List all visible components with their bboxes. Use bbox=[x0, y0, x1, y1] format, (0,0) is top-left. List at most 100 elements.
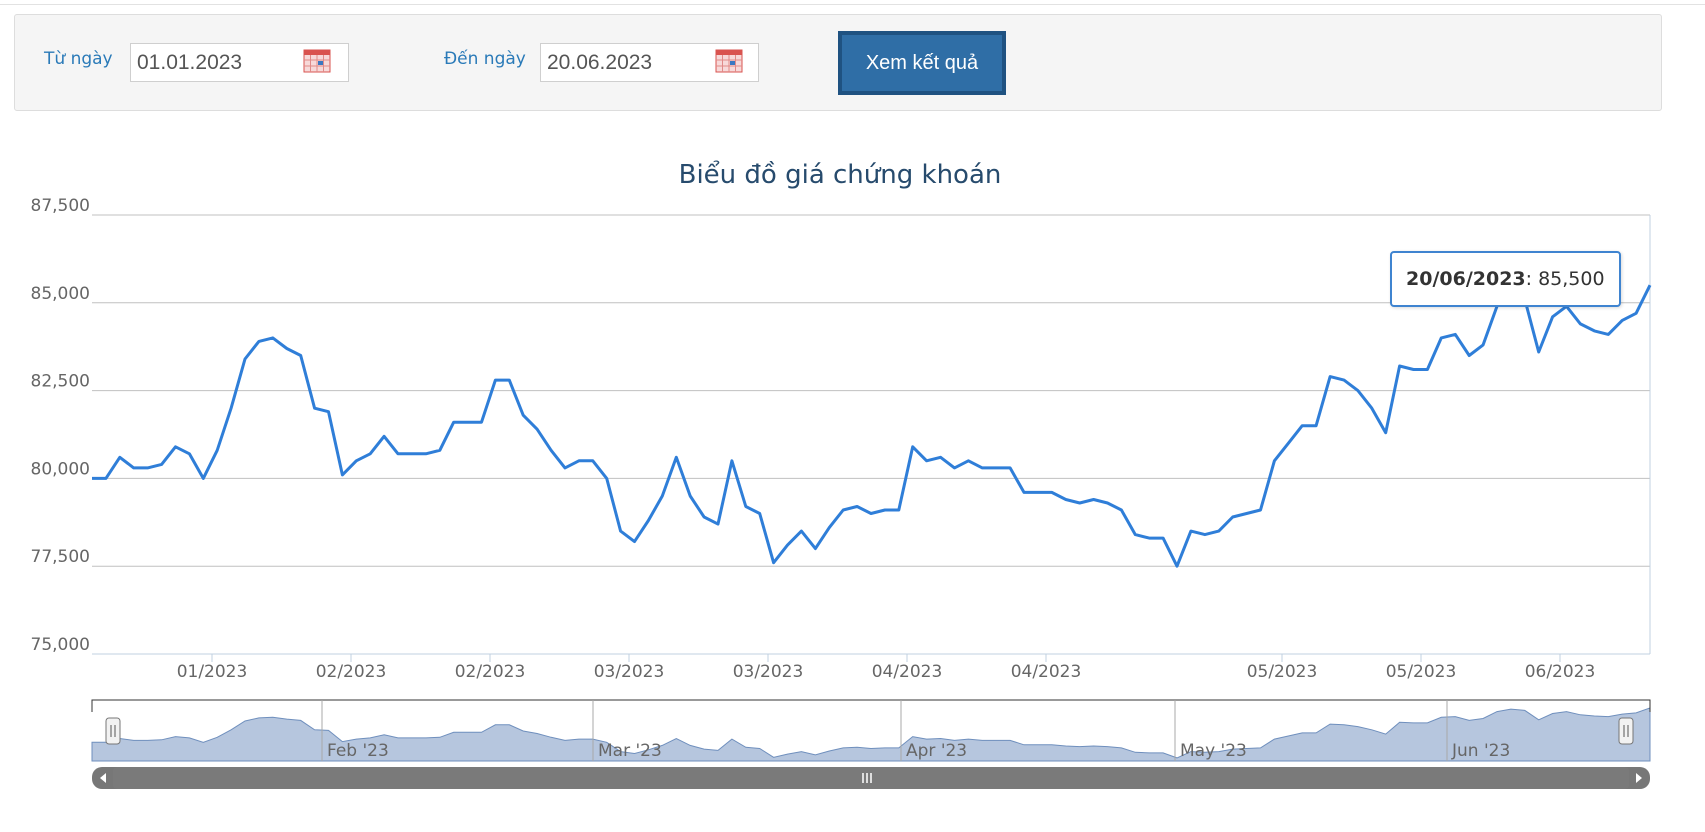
data-point[interactable] bbox=[645, 518, 651, 524]
data-point[interactable] bbox=[1299, 423, 1305, 429]
data-point[interactable] bbox=[506, 377, 512, 383]
navigator-left-handle[interactable] bbox=[105, 717, 121, 745]
data-point[interactable] bbox=[298, 352, 304, 358]
data-point[interactable] bbox=[284, 345, 290, 351]
data-point[interactable] bbox=[771, 560, 777, 566]
data-point[interactable] bbox=[993, 465, 999, 471]
data-point[interactable] bbox=[757, 511, 763, 517]
data-point[interactable] bbox=[1230, 514, 1236, 520]
data-point[interactable] bbox=[228, 405, 234, 411]
data-point[interactable] bbox=[339, 472, 345, 478]
data-point[interactable] bbox=[910, 444, 916, 450]
data-point[interactable] bbox=[534, 426, 540, 432]
data-point[interactable] bbox=[409, 451, 415, 457]
data-point[interactable] bbox=[687, 493, 693, 499]
navigator-right-handle[interactable] bbox=[1618, 717, 1634, 745]
data-point[interactable] bbox=[1438, 335, 1444, 341]
data-point[interactable] bbox=[479, 419, 485, 425]
data-point[interactable] bbox=[812, 546, 818, 552]
data-point[interactable] bbox=[618, 528, 624, 534]
data-point[interactable] bbox=[353, 458, 359, 464]
data-point[interactable] bbox=[465, 419, 471, 425]
data-point[interactable] bbox=[1341, 377, 1347, 383]
data-point[interactable] bbox=[548, 447, 554, 453]
data-point[interactable] bbox=[590, 458, 596, 464]
data-point[interactable] bbox=[172, 444, 178, 450]
data-point[interactable] bbox=[1132, 532, 1138, 538]
data-point[interactable] bbox=[395, 451, 401, 457]
data-point[interactable] bbox=[1452, 331, 1458, 337]
data-point[interactable] bbox=[1397, 363, 1403, 369]
data-point[interactable] bbox=[659, 493, 665, 499]
data-point[interactable] bbox=[729, 458, 735, 464]
data-point[interactable] bbox=[270, 335, 276, 341]
data-point[interactable] bbox=[1174, 563, 1180, 569]
data-point[interactable] bbox=[186, 451, 192, 457]
data-point[interactable] bbox=[103, 475, 109, 481]
data-point[interactable] bbox=[200, 475, 206, 481]
data-point[interactable] bbox=[1619, 317, 1625, 323]
data-point[interactable] bbox=[520, 412, 526, 418]
data-point[interactable] bbox=[1536, 349, 1542, 355]
data-point[interactable] bbox=[1313, 423, 1319, 429]
data-point[interactable] bbox=[312, 405, 318, 411]
data-point[interactable] bbox=[381, 433, 387, 439]
data-point[interactable] bbox=[159, 461, 165, 467]
data-point[interactable] bbox=[1550, 314, 1556, 320]
data-point[interactable] bbox=[1411, 367, 1417, 373]
data-point[interactable] bbox=[576, 458, 582, 464]
data-point[interactable] bbox=[131, 465, 137, 471]
data-point[interactable] bbox=[1244, 511, 1250, 517]
data-point[interactable] bbox=[423, 451, 429, 457]
data-point[interactable] bbox=[242, 356, 248, 362]
data-point[interactable] bbox=[1118, 507, 1124, 513]
data-point[interactable] bbox=[1007, 465, 1013, 471]
data-point[interactable] bbox=[437, 447, 443, 453]
data-point[interactable] bbox=[938, 454, 944, 460]
data-point[interactable] bbox=[1466, 352, 1472, 358]
data-point[interactable] bbox=[451, 419, 457, 425]
data-point[interactable] bbox=[1146, 535, 1152, 541]
data-point[interactable] bbox=[826, 525, 832, 531]
data-point[interactable] bbox=[673, 454, 679, 460]
data-point[interactable] bbox=[1327, 374, 1333, 380]
data-point[interactable] bbox=[1480, 342, 1486, 348]
data-point[interactable] bbox=[1369, 405, 1375, 411]
data-point[interactable] bbox=[1077, 500, 1083, 506]
data-point[interactable] bbox=[1091, 496, 1097, 502]
data-point[interactable] bbox=[896, 507, 902, 513]
data-point[interactable] bbox=[604, 475, 610, 481]
data-point[interactable] bbox=[715, 521, 721, 527]
data-point[interactable] bbox=[1258, 507, 1264, 513]
data-point[interactable] bbox=[1633, 310, 1639, 316]
data-point[interactable] bbox=[798, 528, 804, 534]
data-point[interactable] bbox=[145, 465, 151, 471]
data-point[interactable] bbox=[1355, 388, 1361, 394]
data-point[interactable] bbox=[1104, 500, 1110, 506]
data-point[interactable] bbox=[117, 454, 123, 460]
data-point[interactable] bbox=[1202, 532, 1208, 538]
data-point[interactable] bbox=[1383, 430, 1389, 436]
data-point[interactable] bbox=[256, 338, 262, 344]
data-point[interactable] bbox=[743, 503, 749, 509]
data-point[interactable] bbox=[868, 511, 874, 517]
data-point[interactable] bbox=[701, 514, 707, 520]
data-point[interactable] bbox=[1271, 458, 1277, 464]
data-point[interactable] bbox=[1591, 328, 1597, 334]
data-point[interactable] bbox=[1647, 282, 1653, 288]
data-point[interactable] bbox=[1035, 489, 1041, 495]
data-point[interactable] bbox=[492, 377, 498, 383]
data-point[interactable] bbox=[785, 542, 791, 548]
data-point[interactable] bbox=[1049, 489, 1055, 495]
data-point[interactable] bbox=[1021, 489, 1027, 495]
data-point[interactable] bbox=[1063, 496, 1069, 502]
data-point[interactable] bbox=[89, 475, 95, 481]
data-point[interactable] bbox=[840, 507, 846, 513]
price-line[interactable] bbox=[92, 284, 1652, 568]
data-point[interactable] bbox=[882, 507, 888, 513]
data-point[interactable] bbox=[979, 465, 985, 471]
data-point[interactable] bbox=[965, 458, 971, 464]
data-point[interactable] bbox=[1605, 331, 1611, 337]
data-point[interactable] bbox=[1577, 321, 1583, 327]
data-point[interactable] bbox=[854, 503, 860, 509]
